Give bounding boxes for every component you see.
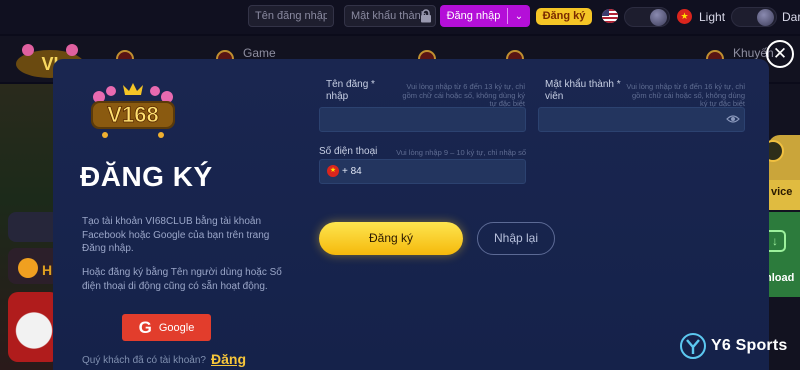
have-account-text: Quý khách đã có tài khoản? — [82, 355, 206, 366]
eye-icon[interactable] — [726, 114, 740, 124]
vi68-logo: V168 — [91, 83, 175, 138]
top-username-input[interactable] — [248, 5, 334, 27]
left-menu-label: H — [42, 262, 53, 278]
reset-button[interactable]: Nhập lại — [477, 222, 555, 255]
phone-prefix: + 84 — [342, 166, 362, 177]
modal-description-alt: Hoặc đăng ký bằng Tên người dùng hoặc Số… — [82, 267, 282, 292]
password-input[interactable] — [538, 107, 745, 132]
top-bar: Đăng nhập ⌄ Đăng ký ★ Light Dar — [0, 0, 800, 34]
y6-sports-logo-icon — [680, 333, 706, 359]
modal-description: Tạo tài khoản VI68CLUB bằng tài khoản Fa… — [82, 216, 270, 254]
us-flag-icon[interactable] — [602, 9, 618, 23]
register-modal: V168 ĐĂNG KÝ Tạo tài khoản VI68CLUB bằng… — [53, 59, 769, 370]
lock-icon — [421, 9, 431, 23]
top-register-button[interactable]: Đăng ký — [536, 8, 592, 25]
username-label: Tên đăng * nhập — [326, 79, 375, 102]
top-login-button[interactable]: Đăng nhập ⌄ — [440, 5, 530, 27]
vn-flag-icon[interactable]: ★ — [677, 9, 692, 24]
toggle-knob — [757, 9, 774, 26]
vn-flag-icon[interactable]: ★ — [327, 165, 339, 177]
google-icon: G — [138, 317, 152, 337]
dark-label: Dar — [782, 10, 800, 24]
chevron-down-icon[interactable]: ⌄ — [508, 11, 530, 22]
dark-mode-toggle[interactable] — [731, 7, 777, 27]
username-hint: Vui lòng nhập từ 6 đến 13 ký tự, chỉ gồm… — [402, 82, 525, 108]
modal-title: ĐĂNG KÝ — [80, 161, 213, 192]
download-panel[interactable] — [768, 212, 800, 297]
username-input[interactable] — [319, 107, 526, 132]
service-label: vice — [771, 186, 793, 198]
toggle-knob — [650, 9, 667, 26]
top-login-label: Đăng nhập — [446, 10, 501, 22]
register-submit-button[interactable]: Đăng ký — [319, 222, 463, 255]
theme-toggle-left[interactable] — [624, 7, 670, 27]
phone-hint: Vui lòng nhập 9 – 10 ký tự, chỉ nhập số — [396, 148, 526, 157]
google-signin-button[interactable]: G Google — [122, 314, 211, 341]
login-link[interactable]: Đăng — [211, 351, 246, 367]
light-label: Light — [699, 10, 726, 24]
password-label: Mật khẩu thành * viên — [545, 79, 621, 102]
nav-item-game[interactable]: Game — [243, 46, 276, 60]
google-label: Google — [158, 321, 195, 334]
logo-text: V168 — [107, 102, 158, 127]
fire-icon — [18, 258, 38, 278]
download-label: nload — [765, 272, 795, 284]
close-button[interactable]: ✕ — [766, 40, 794, 68]
watermark-text: Y6 Sports — [711, 337, 788, 354]
password-hint: Vui lòng nhập từ 6 đến 16 ký tự, chỉ gồm… — [626, 82, 745, 108]
